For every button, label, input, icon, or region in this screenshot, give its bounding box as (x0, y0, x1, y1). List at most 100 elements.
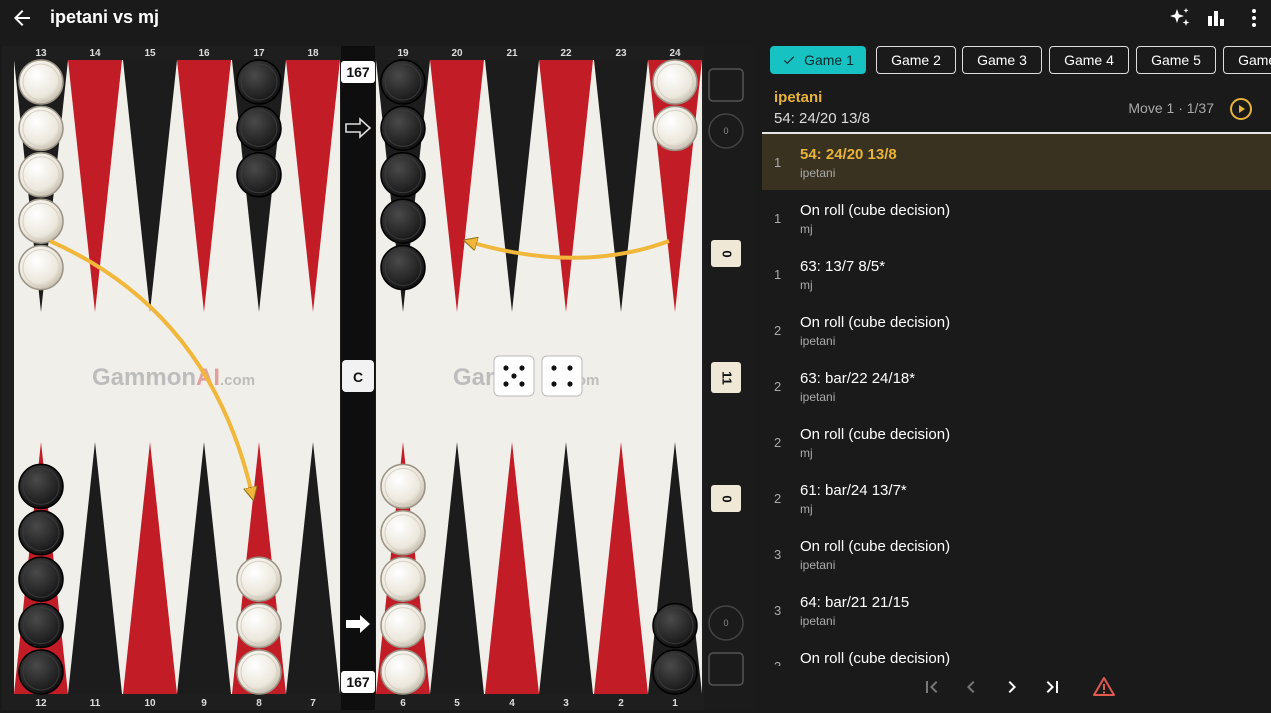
die-five[interactable] (493, 355, 535, 397)
move-text: 63: bar/22 24/18* (800, 370, 916, 387)
move-text: On roll (cube decision) (800, 314, 951, 331)
black-checker[interactable] (380, 59, 426, 105)
point-label: 5 (454, 698, 460, 709)
point-label: 19 (397, 48, 409, 59)
page-title: ipetani vs mj (50, 7, 160, 27)
move-number: 1 (774, 155, 782, 170)
move-list[interactable]: 1 54: 24/20 13/8 ipetani 1 On roll (cube dec… (762, 134, 1271, 666)
move-row[interactable]: 3On roll (cube decision)mj (762, 638, 1271, 666)
black-checker[interactable] (18, 556, 64, 602)
check-icon (784, 56, 795, 65)
move-row[interactable]: 3 On roll (cube decision) ipetani (762, 526, 1271, 582)
white-checker[interactable] (380, 602, 426, 649)
black-checker[interactable] (18, 649, 64, 695)
board-svg: 13 14 15 16 17 18 19 20 21 22 23 2412 11 10 9 8 7 6 5 4 3 2 1 … (2, 46, 754, 710)
tab-game-6[interactable]: Game 6 (1223, 46, 1271, 74)
move-row[interactable]: 1 On roll (cube decision) mj (762, 190, 1271, 246)
move-text: On roll (cube decision) (800, 650, 951, 666)
point-label: 2 (618, 698, 624, 709)
move-row[interactable]: 2 On roll (cube decision) ipetani (762, 302, 1271, 358)
chevron-left-icon[interactable] (959, 675, 983, 699)
move-row[interactable]: 1 54: 24/20 13/8 ipetani (762, 134, 1271, 190)
current-move: 54: 24/20 13/8 (774, 110, 870, 127)
tab-game-3[interactable]: Game 3 (962, 46, 1042, 74)
move-player: mj (800, 446, 813, 460)
black-checker[interactable] (236, 59, 282, 105)
point-label: 11 (90, 698, 101, 709)
move-number: 1 (774, 211, 782, 226)
move-text: 54: 24/20 13/8 (800, 146, 897, 163)
doubling-cube-label: C (353, 369, 363, 385)
black-checker[interactable] (652, 649, 698, 695)
move-row[interactable]: 2 On roll (cube decision) mj (762, 414, 1271, 470)
black-checker[interactable] (380, 244, 426, 291)
point-label: 9 (201, 698, 207, 709)
black-checker[interactable] (18, 510, 64, 556)
current-player: ipetani (774, 89, 823, 106)
score-bottom: 0 (720, 495, 735, 502)
move-number: 3 (774, 659, 781, 666)
tab-game-5[interactable]: Game 5 (1136, 46, 1216, 74)
move-text: On roll (cube decision) (800, 538, 951, 555)
white-checker[interactable] (652, 105, 698, 152)
move-player: ipetani (800, 334, 836, 348)
black-checker[interactable] (18, 463, 64, 510)
move-row[interactable]: 3 64: bar/21 21/15 ipetani (762, 582, 1271, 638)
black-checker[interactable] (652, 602, 698, 649)
black-checker[interactable] (380, 152, 426, 198)
move-number: 1 (774, 267, 782, 282)
first-page-icon[interactable] (920, 675, 944, 699)
white-checker[interactable] (380, 463, 426, 510)
white-checker[interactable] (18, 198, 64, 244)
point-label: 14 (89, 48, 101, 59)
tab-game-2[interactable]: Game 2 (876, 46, 956, 74)
point-label: 6 (400, 698, 406, 709)
timer-top-label: 0 (723, 126, 728, 136)
sparkles-icon[interactable] (1168, 6, 1192, 30)
black-checker[interactable] (236, 105, 282, 152)
white-checker[interactable] (380, 649, 426, 695)
warning-icon[interactable] (1092, 675, 1116, 699)
white-checker[interactable] (18, 244, 64, 291)
move-player: mj (800, 222, 813, 236)
move-row[interactable]: 2 61: bar/24 13/7* mj (762, 470, 1271, 526)
white-checker[interactable] (380, 556, 426, 602)
black-checker[interactable] (380, 105, 426, 152)
black-checker[interactable] (18, 602, 64, 649)
point-label: 1 (672, 698, 678, 709)
point-label: 13 (35, 48, 47, 59)
point-label: 21 (506, 48, 518, 59)
move-number: 3 (774, 547, 782, 562)
point-label: 22 (560, 48, 572, 59)
chevron-right-icon[interactable] (1000, 675, 1024, 699)
move-row[interactable]: 2 63: bar/22 24/18* ipetani (762, 358, 1271, 414)
point-label: 23 (615, 48, 627, 59)
more-vertical-icon[interactable] (1242, 6, 1266, 30)
move-player: ipetani (800, 166, 836, 180)
point-label: 4 (509, 698, 515, 709)
move-number: 3 (774, 603, 782, 618)
point-label: 18 (307, 48, 319, 59)
move-text: On roll (cube decision) (800, 202, 951, 219)
black-checker[interactable] (236, 152, 282, 198)
play-circle-icon[interactable] (1229, 97, 1253, 121)
die-four[interactable] (541, 355, 583, 397)
black-checker[interactable] (380, 198, 426, 244)
last-page-icon[interactable] (1040, 675, 1064, 699)
white-checker[interactable] (18, 59, 64, 105)
white-checker[interactable] (18, 105, 64, 152)
white-checker[interactable] (652, 59, 698, 105)
arrow-left-icon[interactable] (10, 6, 34, 30)
tab-game-4[interactable]: Game 4 (1049, 46, 1129, 74)
move-number: 2 (774, 379, 782, 394)
white-checker[interactable] (18, 152, 64, 198)
white-checker[interactable] (236, 556, 282, 602)
white-checker[interactable] (380, 510, 426, 556)
tab-game-1[interactable]: Game 1 (770, 46, 866, 74)
white-checker[interactable] (236, 602, 282, 649)
right-field (376, 60, 702, 694)
point-label: 3 (563, 698, 569, 709)
white-checker[interactable] (236, 649, 282, 695)
bar-chart-icon[interactable] (1204, 6, 1228, 30)
move-row[interactable]: 1 63: 13/7 8/5* mj (762, 246, 1271, 302)
